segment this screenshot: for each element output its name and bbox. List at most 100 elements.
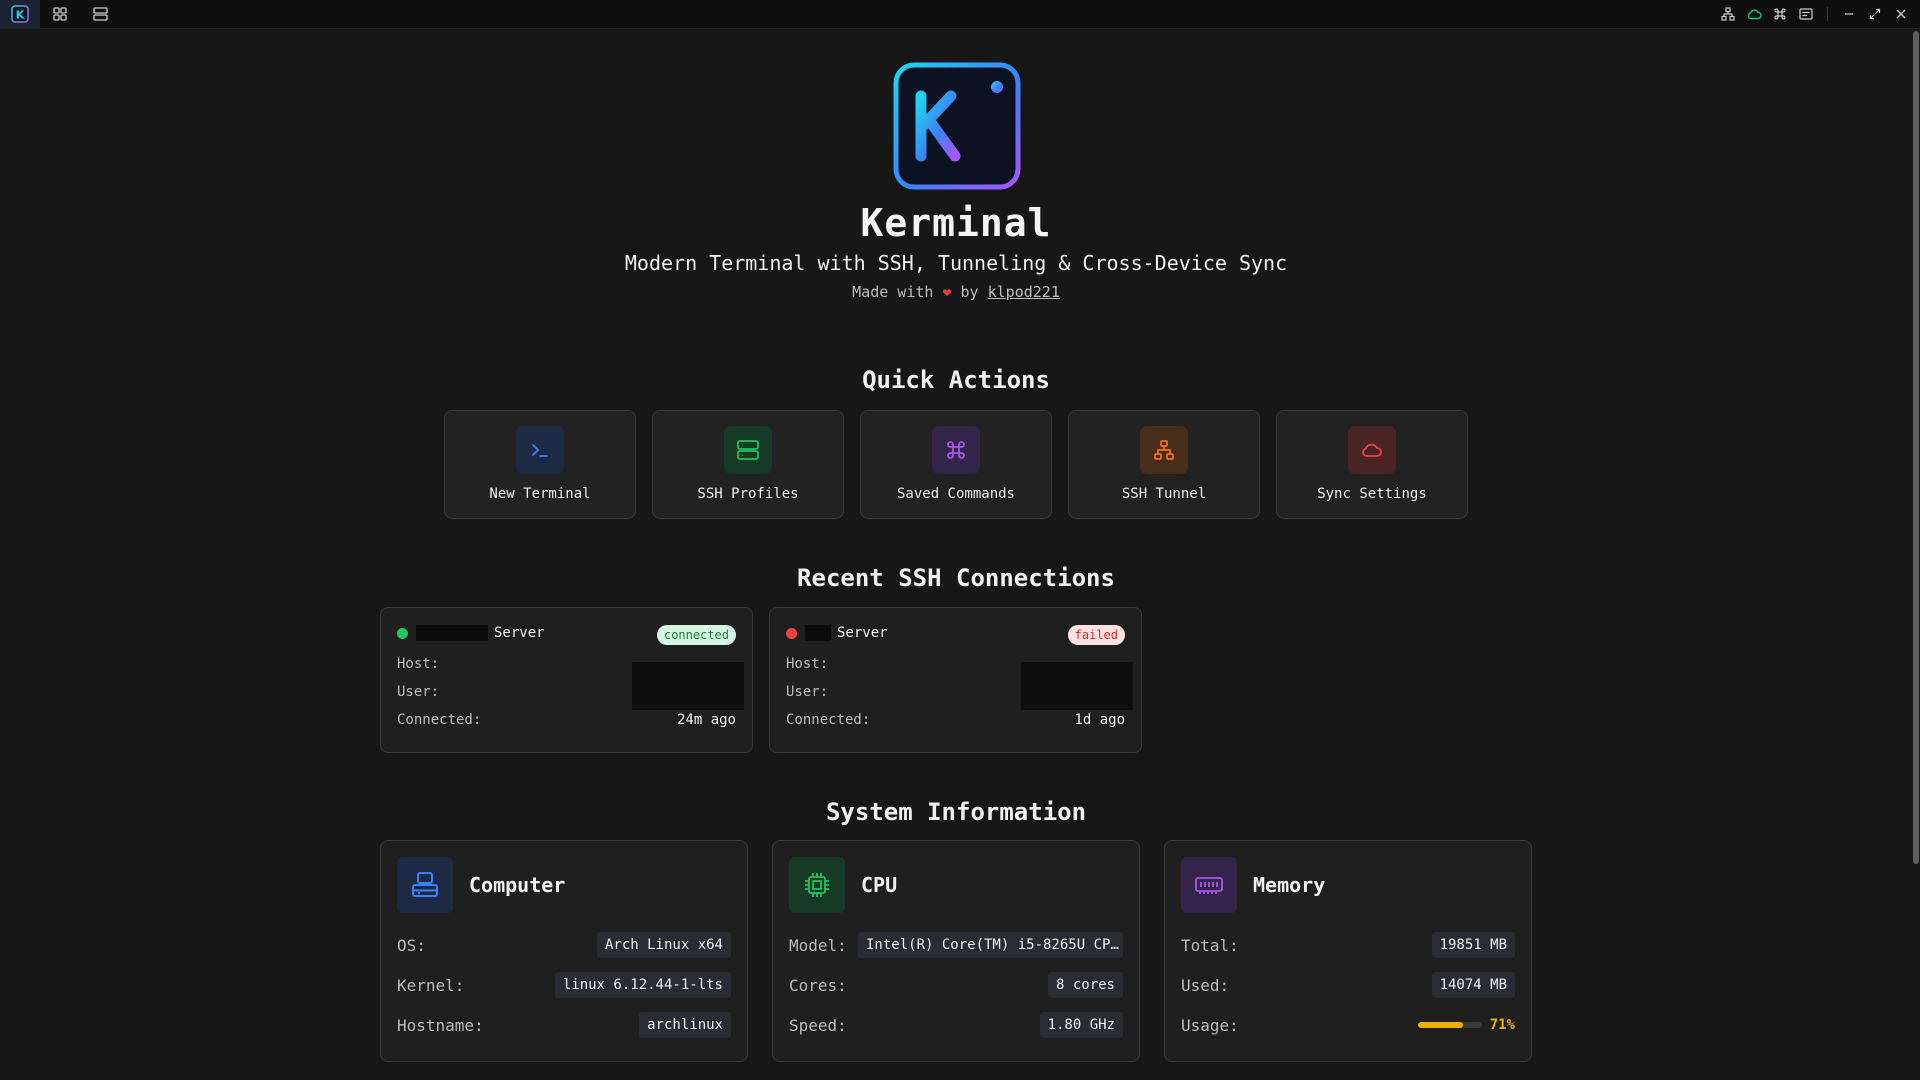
terminal-icon: [516, 426, 564, 474]
hostname-label: Hostname:: [397, 1015, 484, 1035]
usage-label: Usage:: [1181, 1015, 1239, 1035]
sync-settings-button[interactable]: Sync Settings: [1276, 410, 1468, 519]
saved-commands-button[interactable]: Saved Commands: [860, 410, 1052, 519]
server-icon: [724, 426, 772, 474]
author-link[interactable]: klpod221: [988, 283, 1060, 301]
cpu-card: CPU Model: Intel(R) Core(TM) i5-8265U CP……: [772, 840, 1140, 1062]
new-terminal-button[interactable]: New Terminal: [444, 410, 636, 519]
computer-icon: [397, 857, 453, 913]
redacted-host-user: [632, 662, 744, 710]
speed-value: 1.80 GHz: [1039, 1012, 1123, 1038]
quick-actions-title: Quick Actions: [862, 366, 1050, 394]
saved-commands-button[interactable]: [1767, 0, 1793, 29]
network-icon: [1140, 426, 1188, 474]
command-icon: [932, 426, 980, 474]
user-label: User:: [786, 684, 829, 700]
kernel-value: linux 6.12.44-1-lts: [554, 972, 731, 998]
memory-card: Memory Total: 19851 MB Used: 14074 MB Usag…: [1164, 840, 1532, 1062]
svg-text:K: K: [16, 9, 25, 22]
sync-status-button[interactable]: [1741, 0, 1767, 29]
quick-actions-row: New Terminal SSH Profiles Saved Commands…: [444, 410, 1468, 519]
system-information-title: System Information: [825, 798, 1087, 826]
close-button[interactable]: [1888, 0, 1914, 29]
computer-title: Computer: [469, 873, 566, 897]
cloud-icon: [1348, 426, 1396, 474]
speed-label: Speed:: [789, 1015, 847, 1035]
ssh-profiles-label: SSH Profiles: [697, 486, 799, 502]
connection-card[interactable]: Server failed Host: User: Connected: 1d a…: [769, 607, 1142, 753]
minimize-icon: [1845, 13, 1853, 15]
host-label: Host:: [397, 656, 440, 672]
redacted-name: [416, 625, 488, 641]
scrollbar[interactable]: [1912, 29, 1920, 1080]
cpu-icon: [789, 857, 845, 913]
user-label: User:: [397, 684, 440, 700]
title-bar: K: [0, 0, 1920, 29]
connection-name: Server: [494, 625, 545, 641]
ssh-profiles-button[interactable]: SSH Profiles: [652, 410, 844, 519]
saved-commands-label: Saved Commands: [896, 486, 1015, 502]
recent-connections-list: Server connected Host: User: Connected: 2…: [380, 607, 1142, 753]
cores-label: Cores:: [789, 975, 847, 995]
command-icon: [1774, 8, 1786, 20]
kernel-label: Kernel:: [397, 975, 465, 995]
ssh-tunnel-label: SSH Tunnel: [1121, 486, 1207, 502]
connected-value: 1d ago: [1074, 712, 1125, 728]
app-logo-button[interactable]: K: [0, 0, 40, 29]
cpu-title: CPU: [861, 873, 898, 897]
title-bar-right: [1715, 0, 1920, 28]
model-label: Model:: [789, 935, 847, 955]
status-dot: [786, 627, 797, 639]
app-title: Kerminal: [860, 201, 1052, 245]
model-value: Intel(R) Core(TM) i5-8265U CP…: [858, 932, 1123, 958]
status-badge: failed: [1067, 625, 1125, 645]
connection-card[interactable]: Server connected Host: User: Connected: 2…: [380, 607, 753, 753]
new-terminal-label: New Terminal: [489, 486, 591, 502]
ssh-profiles-button[interactable]: [80, 0, 120, 29]
dashboard: Kerminal Modern Terminal with SSH, Tunne…: [0, 29, 1912, 1080]
title-bar-left: K: [0, 0, 120, 29]
connected-label: Connected:: [786, 712, 871, 728]
system-info-cards: Computer OS: Arch Linux x64 Kernel: linux …: [380, 840, 1532, 1062]
connected-value: 24m ago: [676, 712, 736, 728]
sync-settings-label: Sync Settings: [1317, 486, 1427, 502]
cloud-icon: [1747, 9, 1762, 20]
os-label: OS:: [397, 935, 426, 955]
host-label: Host:: [786, 656, 829, 672]
panel-icon: [1799, 8, 1813, 20]
network-icon: [1721, 7, 1735, 21]
maximize-button[interactable]: [1862, 0, 1888, 29]
usage-percent: 71%: [1489, 1017, 1515, 1033]
os-value: Arch Linux x64: [596, 932, 731, 958]
made-with-prefix: Made with: [852, 283, 934, 301]
usage-bar: [1417, 1022, 1482, 1028]
memory-title: Memory: [1253, 873, 1326, 897]
cores-value: 8 cores: [1047, 972, 1123, 998]
computer-card: Computer OS: Arch Linux x64 Kernel: linux …: [380, 840, 748, 1062]
memory-icon: [1181, 857, 1237, 913]
status-badge: connected: [656, 625, 736, 645]
panel-toggle-button[interactable]: [1793, 0, 1819, 29]
usage-bar-fill: [1417, 1022, 1464, 1028]
ssh-tunnel-button[interactable]: SSH Tunnel: [1068, 410, 1260, 519]
made-with-by: by: [960, 283, 979, 301]
close-icon: [1896, 9, 1906, 19]
tunnel-status-button[interactable]: [1715, 0, 1741, 29]
kerminal-logo-icon: [893, 62, 1021, 190]
connection-name: Server: [837, 625, 888, 641]
minimize-button[interactable]: [1836, 0, 1862, 29]
memory-usage: 71%: [1417, 1017, 1515, 1033]
app-logo-icon: K: [11, 5, 29, 23]
scrollbar-thumb[interactable]: [1913, 31, 1919, 864]
redacted-name: [805, 625, 831, 641]
connected-label: Connected:: [397, 712, 482, 728]
recent-connections-title: Recent SSH Connections: [797, 564, 1115, 592]
dashboard-grid-button[interactable]: [40, 0, 80, 29]
heart-icon: ❤: [942, 283, 952, 301]
maximize-icon: [1869, 8, 1881, 20]
total-value: 19851 MB: [1431, 932, 1515, 958]
status-dot: [397, 627, 408, 639]
used-label: Used:: [1181, 975, 1230, 995]
server-icon: [92, 7, 108, 21]
total-label: Total:: [1181, 935, 1239, 955]
